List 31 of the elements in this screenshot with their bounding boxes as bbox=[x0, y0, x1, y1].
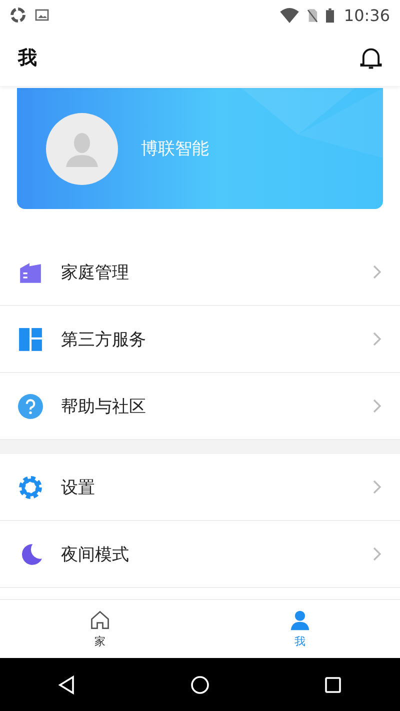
user-name: 博联智能 bbox=[141, 138, 209, 160]
menu-item[interactable]: 设置 bbox=[0, 454, 400, 521]
recents-icon[interactable] bbox=[323, 674, 344, 694]
status-time: 10:36 bbox=[344, 6, 390, 24]
image-icon bbox=[34, 7, 50, 23]
chevron-icon bbox=[372, 331, 382, 347]
home-button-icon[interactable] bbox=[190, 674, 210, 694]
wifi-icon bbox=[280, 8, 299, 22]
menu-item[interactable]: 家庭管理 bbox=[0, 239, 400, 306]
person-icon bbox=[289, 609, 311, 631]
chevron-icon bbox=[372, 479, 382, 495]
grid-icon bbox=[18, 326, 43, 352]
page-title: 我 bbox=[18, 46, 37, 71]
menu-label: 帮助与社区 bbox=[61, 396, 147, 418]
menu-label: 夜间模式 bbox=[61, 544, 130, 566]
chevron-icon bbox=[372, 546, 382, 562]
no-sim-icon bbox=[306, 8, 318, 22]
help-icon bbox=[18, 394, 43, 418]
tab[interactable]: 家 bbox=[0, 600, 200, 658]
back-icon[interactable] bbox=[56, 674, 77, 694]
settings-icon bbox=[18, 474, 43, 500]
chevron-icon bbox=[372, 264, 382, 280]
menu-label: 设置 bbox=[61, 476, 96, 498]
menu-item[interactable]: 夜间模式 bbox=[0, 521, 400, 588]
menu-label: 第三方服务 bbox=[61, 328, 147, 350]
battery-icon bbox=[326, 8, 334, 22]
sync-icon bbox=[10, 7, 26, 23]
home-icon bbox=[89, 609, 111, 631]
chevron-icon bbox=[372, 398, 382, 414]
menu-item[interactable]: 第三方服务 bbox=[0, 306, 400, 373]
menu-label: 家庭管理 bbox=[61, 262, 130, 284]
